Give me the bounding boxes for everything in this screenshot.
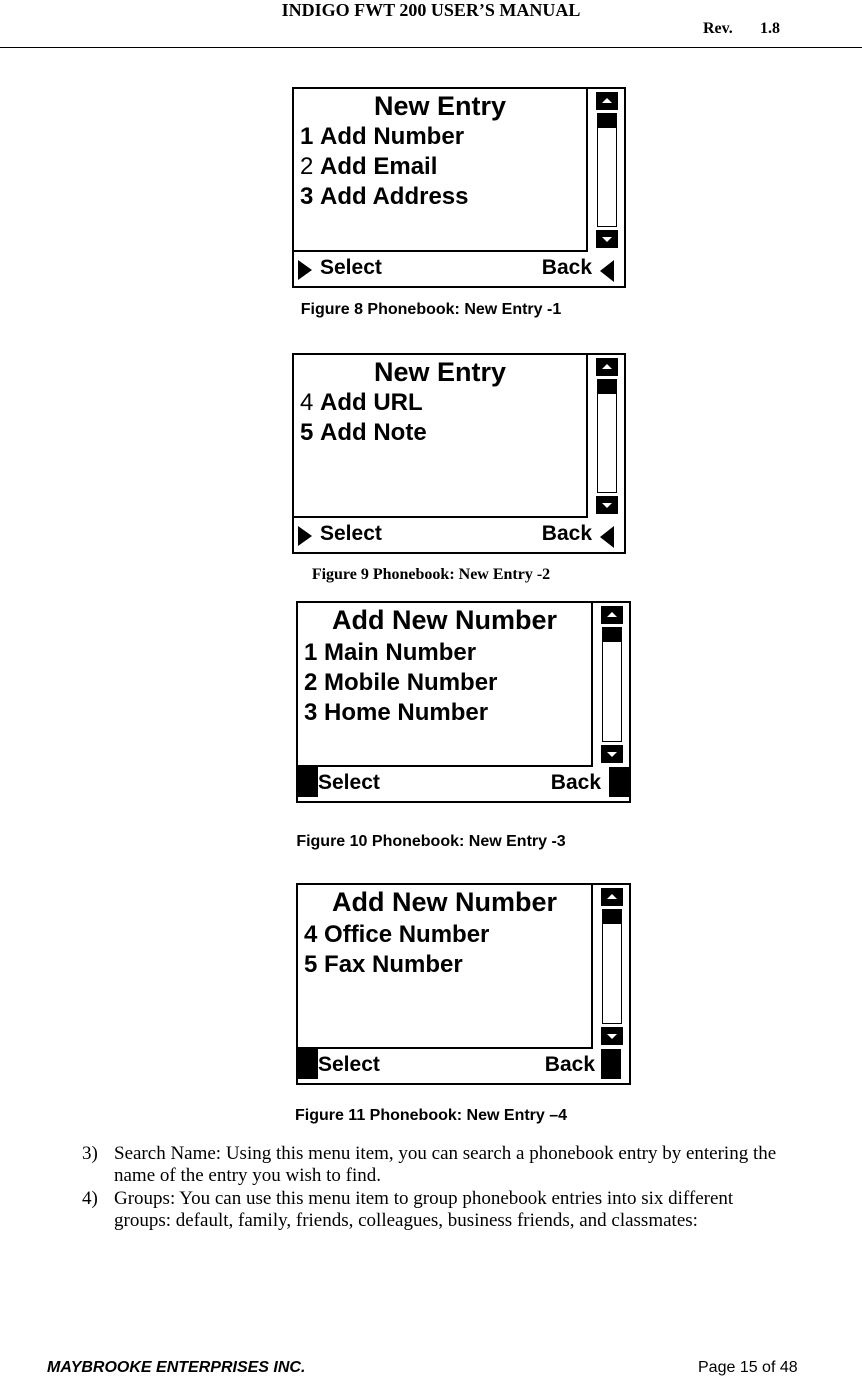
right-softkey-block-icon (601, 1049, 621, 1079)
scrollbar[interactable] (596, 358, 618, 514)
phone-screen-add-number-2: Add New Number 4 Office Number 5 Fax Num… (296, 883, 631, 1085)
screen-content: Add New Number 1 Main Number 2 Mobile Nu… (298, 603, 593, 767)
item-number: 3 (300, 183, 314, 210)
item-number: 5 (300, 419, 314, 446)
list-item-text: Groups: You can use this menu item to gr… (114, 1188, 734, 1231)
right-triangle-icon (298, 260, 312, 280)
back-softkey[interactable]: Back (545, 1053, 595, 1077)
menu-item[interactable]: 3 Add Address (300, 183, 469, 211)
screen-title: New Entry (373, 91, 507, 121)
screen-content: New Entry 1 Add Number 2 Add Email 3 Add… (294, 89, 588, 252)
menu-item[interactable]: 3 Home Number (304, 699, 488, 727)
phone-screen-new-entry-2: New Entry 4 Add URL 5 Add Note Select Ba… (292, 353, 626, 554)
select-softkey[interactable]: Select (320, 256, 382, 280)
figure-caption: Figure 8 Phonebook: New Entry -1 (300, 301, 562, 318)
item-number: 2 (304, 669, 318, 696)
item-label: Add Email (320, 153, 438, 180)
phone-screen-new-entry-1: New Entry 1 Add Number 2 Add Email 3 Add… (292, 87, 626, 288)
list-item-text: Search Name: Using this menu item, you c… (114, 1143, 777, 1186)
scroll-track[interactable] (597, 379, 617, 493)
select-softkey[interactable]: Select (318, 1053, 380, 1077)
back-softkey[interactable]: Back (551, 771, 601, 795)
phone-screen-add-number-1: Add New Number 1 Main Number 2 Mobile Nu… (296, 601, 631, 803)
menu-item[interactable]: 2 Add Email (300, 153, 437, 181)
scroll-up-arrow-icon[interactable] (596, 358, 618, 376)
left-softkey-block-icon (298, 767, 318, 797)
scroll-thumb[interactable] (603, 628, 621, 642)
menu-item[interactable]: 4 Office Number (304, 921, 489, 949)
screen-content: New Entry 4 Add URL 5 Add Note (294, 355, 588, 518)
item-number: 4 (300, 389, 314, 416)
list-item: 4) Groups: You can use this menu item to… (82, 1188, 782, 1232)
item-label: Main Number (324, 639, 477, 666)
revision-label: Rev. (703, 20, 733, 37)
item-label: Add Address (320, 183, 469, 210)
back-softkey[interactable]: Back (542, 522, 592, 546)
footer-page-number: Page 15 of 48 (698, 1359, 798, 1376)
menu-item[interactable]: 1 Main Number (304, 639, 476, 667)
scroll-thumb[interactable] (598, 380, 616, 394)
left-softkey-block-icon (298, 1049, 318, 1079)
scroll-track[interactable] (597, 113, 617, 227)
screen-title: Add New Number (331, 605, 558, 635)
softkey-bar: Select Back (294, 518, 624, 552)
left-triangle-icon (600, 260, 614, 282)
menu-item[interactable]: 4 Add URL (300, 389, 423, 417)
item-number: 1 (304, 639, 318, 666)
figure-caption: Figure 9 Phonebook: New Entry -2 (311, 566, 551, 583)
manual-title: INDIGO FWT 200 USER’S MANUAL (281, 0, 581, 20)
menu-item[interactable]: 5 Add Note (300, 419, 427, 447)
screen-title: Add New Number (331, 887, 558, 917)
list-item-number: 3) (82, 1143, 98, 1164)
softkey-bar: Select Back (294, 252, 624, 286)
softkey-bar: Select Back (298, 767, 629, 801)
list-item-number: 4) (82, 1188, 98, 1209)
item-number: 2 (300, 153, 314, 180)
scroll-up-arrow-icon[interactable] (596, 92, 618, 110)
select-softkey[interactable]: Select (320, 522, 382, 546)
scroll-track[interactable] (602, 627, 622, 742)
item-number: 1 (300, 123, 314, 150)
right-triangle-icon (298, 526, 312, 546)
scrollbar[interactable] (601, 888, 623, 1045)
menu-item[interactable]: 5 Fax Number (304, 951, 463, 979)
scroll-up-arrow-icon[interactable] (601, 888, 623, 906)
footer-company: MAYBROOKE ENTERPRISES INC. (47, 1359, 306, 1376)
scroll-thumb[interactable] (603, 910, 621, 924)
figure-caption: Figure 10 Phonebook: New Entry -3 (296, 833, 566, 850)
item-number: 4 (304, 921, 318, 948)
screen-title: New Entry (373, 357, 507, 387)
item-label: Add Number (320, 123, 465, 150)
menu-item[interactable]: 2 Mobile Number (304, 669, 497, 697)
right-softkey-block-icon (609, 767, 629, 797)
item-label: Office Number (324, 921, 490, 948)
item-number: 3 (304, 699, 318, 726)
softkey-bar: Select Back (298, 1049, 629, 1083)
scrollbar[interactable] (596, 92, 618, 248)
revision-number: 1.8 (760, 20, 780, 37)
item-number: 5 (304, 951, 318, 978)
scroll-down-arrow-icon[interactable] (596, 230, 618, 248)
screen-content: Add New Number 4 Office Number 5 Fax Num… (298, 885, 593, 1049)
header-divider (0, 47, 862, 48)
body-numbered-list: 3) Search Name: Using this menu item, yo… (82, 1143, 782, 1233)
left-triangle-icon (600, 526, 614, 548)
scroll-down-arrow-icon[interactable] (601, 745, 623, 763)
scrollbar[interactable] (601, 606, 623, 763)
select-softkey[interactable]: Select (318, 771, 380, 795)
scroll-down-arrow-icon[interactable] (601, 1027, 623, 1045)
menu-item[interactable]: 1 Add Number (300, 123, 464, 151)
scroll-up-arrow-icon[interactable] (601, 606, 623, 624)
item-label: Add URL (320, 389, 423, 416)
item-label: Home Number (324, 699, 489, 726)
scroll-down-arrow-icon[interactable] (596, 496, 618, 514)
back-softkey[interactable]: Back (542, 256, 592, 280)
item-label: Fax Number (324, 951, 463, 978)
figure-caption: Figure 11 Phonebook: New Entry –4 (294, 1107, 568, 1124)
scroll-track[interactable] (602, 909, 622, 1024)
list-item: 3) Search Name: Using this menu item, yo… (82, 1143, 782, 1187)
scroll-thumb[interactable] (598, 114, 616, 128)
item-label: Add Note (320, 419, 427, 446)
item-label: Mobile Number (324, 669, 498, 696)
